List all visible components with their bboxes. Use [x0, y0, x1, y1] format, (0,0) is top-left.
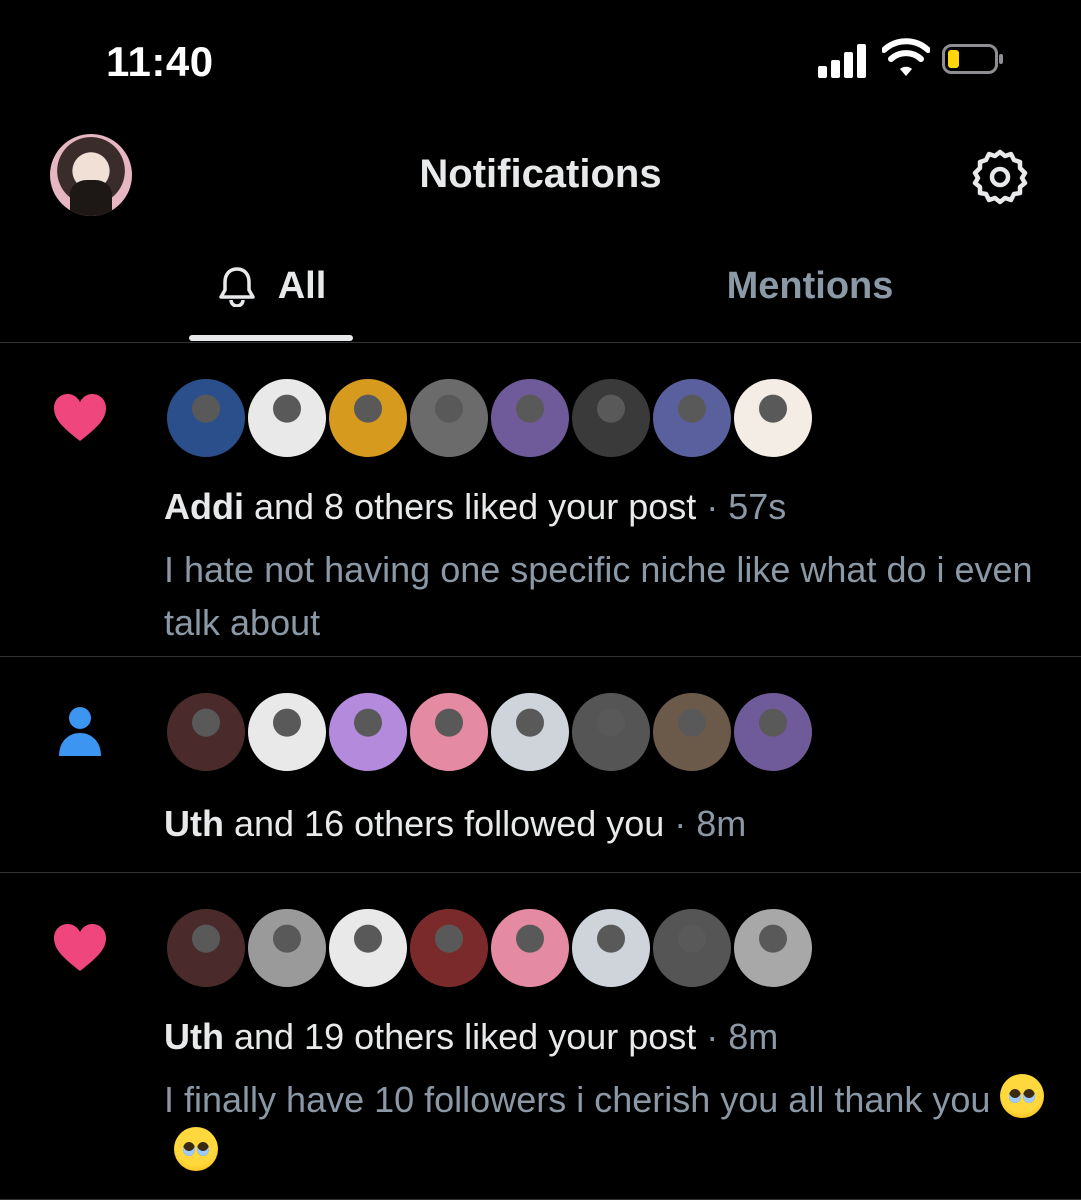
battery-icon — [942, 44, 1003, 74]
avatar[interactable] — [569, 906, 653, 990]
avatar[interactable] — [326, 906, 410, 990]
avatar[interactable] — [569, 690, 653, 774]
timestamp: 57s — [728, 486, 787, 527]
heart-icon — [54, 394, 106, 441]
avatar[interactable] — [245, 690, 329, 774]
action-text: and 16 others followed you — [223, 803, 665, 844]
post-preview: I hate not having one specific niche lik… — [164, 549, 1033, 643]
tab-all[interactable]: All — [160, 230, 382, 342]
person-icon — [59, 707, 101, 756]
avatar[interactable] — [407, 376, 491, 460]
pleading-face-emoji — [1000, 1074, 1045, 1118]
avatar[interactable] — [164, 376, 248, 460]
avatar[interactable] — [488, 376, 572, 460]
user-name[interactable]: Uth — [164, 1016, 224, 1057]
notification-item[interactable]: Uth and 19 others liked your post · 8m I… — [0, 873, 1081, 1200]
avatar[interactable] — [164, 690, 248, 774]
post-preview: I finally have 10 followers i cherish yo… — [164, 1073, 1064, 1179]
action-text: and 19 others liked your post — [223, 1016, 697, 1057]
avatar[interactable] — [407, 906, 491, 990]
avatar[interactable] — [731, 690, 815, 774]
avatar[interactable] — [650, 376, 734, 460]
tab-mentions[interactable]: Mentions — [640, 230, 980, 342]
avatar[interactable] — [245, 376, 329, 460]
avatar[interactable] — [731, 376, 815, 460]
avatar[interactable] — [407, 690, 491, 774]
gear-icon[interactable] — [970, 146, 1030, 206]
avatar[interactable] — [650, 906, 734, 990]
notification-text: Uth and 19 others liked your post · 8m — [164, 1016, 779, 1057]
active-tab-indicator — [189, 335, 353, 341]
notification-item[interactable]: Addi and 8 others liked your post · 57s … — [0, 343, 1081, 657]
avatar[interactable] — [569, 376, 653, 460]
avatar[interactable] — [731, 906, 815, 990]
notification-text: Addi and 8 others liked your post · 57s — [164, 486, 787, 527]
wifi-icon — [882, 38, 930, 76]
avatar[interactable] — [164, 906, 248, 990]
timestamp: 8m — [696, 803, 747, 844]
timestamp: 8m — [728, 1016, 779, 1057]
heart-icon — [54, 924, 106, 971]
user-name[interactable]: Addi — [164, 486, 244, 527]
tab-bar: All Mentions — [0, 230, 1081, 343]
avatar[interactable] — [488, 906, 572, 990]
avatar[interactable] — [245, 906, 329, 990]
avatar[interactable] — [326, 690, 410, 774]
action-text: and 8 others liked your post — [243, 486, 697, 527]
page-title: Notifications — [419, 152, 662, 196]
cellular-signal-icon — [818, 42, 870, 78]
avatar[interactable] — [488, 690, 572, 774]
status-time: 11:40 — [106, 38, 214, 85]
tab-all-label: All — [277, 264, 327, 307]
notification-text: Uth and 16 others followed you · 8m — [164, 803, 747, 844]
pleading-face-emoji — [174, 1127, 218, 1171]
bell-icon — [218, 267, 255, 307]
header: Notifications — [0, 120, 1081, 230]
avatar[interactable] — [326, 376, 410, 460]
avatar[interactable] — [650, 690, 734, 774]
user-name[interactable]: Uth — [164, 803, 224, 844]
post-preview-text: I finally have 10 followers i cherish yo… — [164, 1079, 991, 1120]
status-bar: 11:40 — [0, 0, 1081, 120]
notifications-screen: 11:40 Notifications All Mentions Addi an… — [0, 0, 1081, 1200]
tab-mentions-label: Mentions — [726, 264, 894, 307]
notification-item[interactable]: Uth and 16 others followed you · 8m — [0, 657, 1081, 873]
